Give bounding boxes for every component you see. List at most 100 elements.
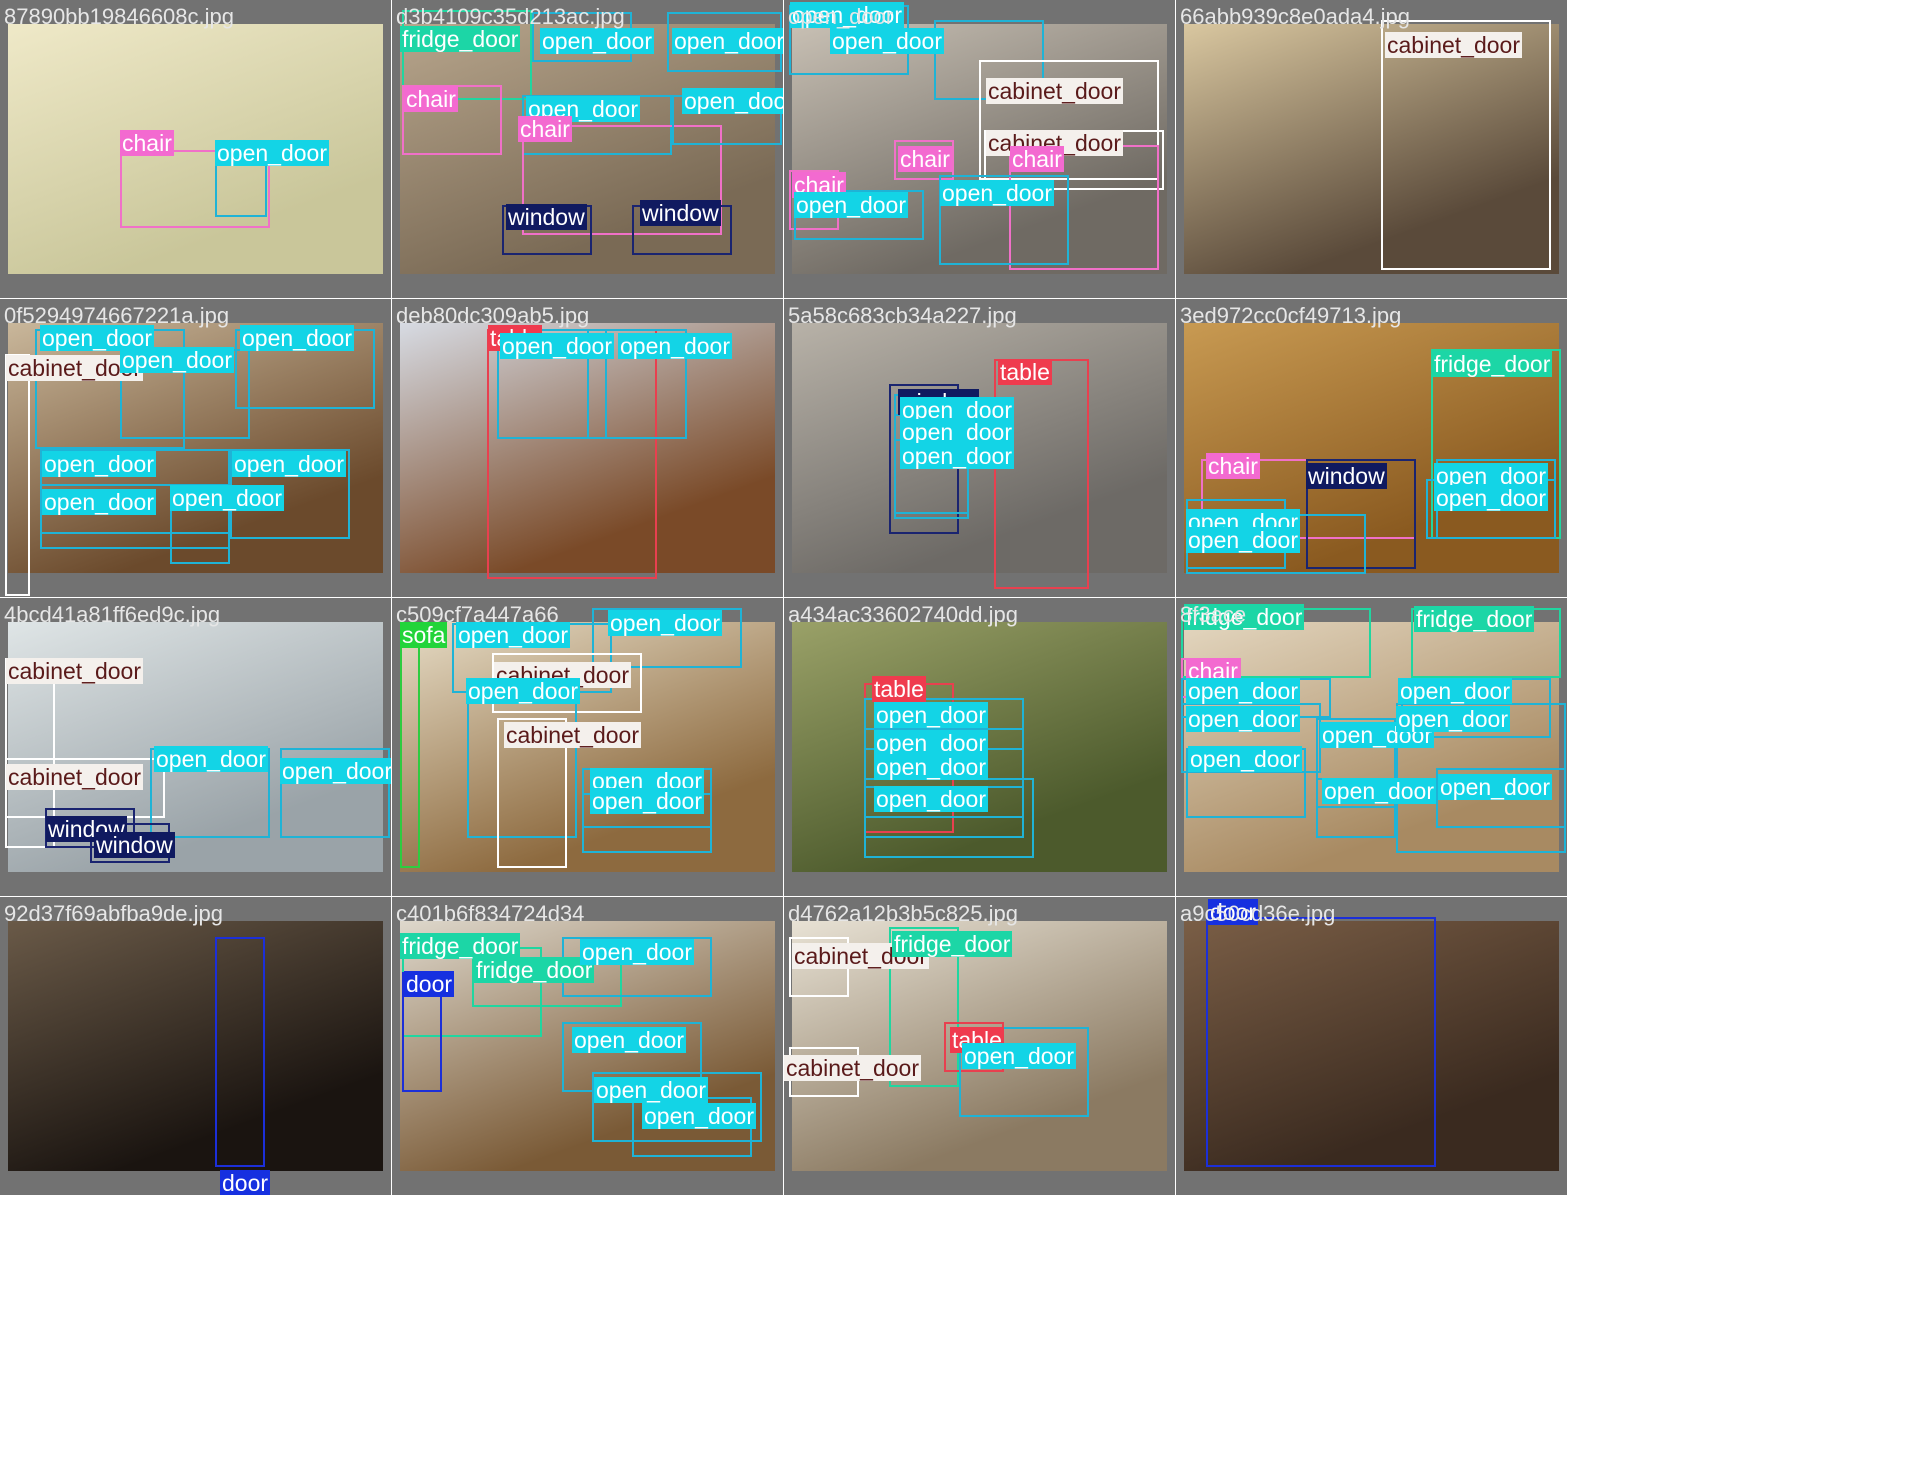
label-open-door: open_door <box>608 610 722 636</box>
bbox-table <box>994 359 1089 589</box>
tile-filename: 5a58c683cb34a227.jpg <box>788 303 1017 328</box>
tile: 8f3ace fridge_door fridge_door chair open_do… <box>1176 598 1567 896</box>
label-open-door: open_door <box>1438 774 1552 800</box>
label-open-door: open_door <box>874 702 988 728</box>
tile: 87890bb19846608c.jpg chair open_door <box>0 0 391 298</box>
label-open-door: open_door <box>170 485 284 511</box>
label-open-door: open_door <box>594 1077 708 1103</box>
bbox-cabinet-door <box>5 354 30 596</box>
label-open-door: open_door <box>466 678 580 704</box>
label-open-door: open_door <box>1322 778 1436 804</box>
label-cabinet-door: cabinet_door <box>784 1055 921 1081</box>
tile-filename: 4bcd41a81ff6ed9c.jpg <box>4 602 221 627</box>
label-open-door: open_door <box>940 180 1054 206</box>
label-open-door: open_door <box>830 28 944 54</box>
label-open-door: open_door <box>874 786 988 812</box>
label-window: window <box>506 204 587 230</box>
tile-filename: 0f5294974667221a.jpg <box>4 303 230 328</box>
label-open-door: open_door <box>120 347 234 373</box>
label-open-door: open_door <box>1398 678 1512 704</box>
label-cabinet-door: cabinet_door <box>6 764 143 790</box>
label-open-door: open_door <box>874 730 988 756</box>
tile: a9c50cd36e.jpg door <box>1176 897 1567 1195</box>
tile: 5a58c683cb34a227.jpgwindowtableopen_door… <box>784 299 1175 597</box>
label-open-door: open_door <box>642 1103 756 1129</box>
tile-filename: c509cf7a447a66 <box>396 602 559 627</box>
label-fridge-door: fridge_door <box>1414 606 1535 632</box>
tile: d4762a12b3b5c825.jpg cabinet_door fridge_d… <box>784 897 1175 1195</box>
label-open-door: open_door <box>900 419 1014 445</box>
tile: 0f5294974667221a.jpg open_door open_door ca… <box>0 299 391 597</box>
label-open-door: open_door <box>590 788 704 814</box>
tile-filename: a9c50cd36e.jpg <box>1180 901 1336 926</box>
tile: deb80dc309ab5.jpgtableopen_dooropen_door <box>392 299 783 597</box>
detection-mosaic: 87890bb19846608c.jpg chair open_door d3b410… <box>0 0 1568 1196</box>
label-cabinet-door: cabinet_door <box>986 78 1123 104</box>
label-open-door: open_door <box>682 88 783 114</box>
label-fridge-door: fridge_door <box>400 933 521 959</box>
label-fridge-door: fridge_door <box>892 931 1013 957</box>
tile-filename: 87890bb19846608c.jpg <box>4 4 235 29</box>
tile: 4bcd41a81ff6ed9c.jpg cabinet_door cabinet_… <box>0 598 391 896</box>
label-open-door: open_door <box>500 333 614 359</box>
label-window: window <box>640 200 721 226</box>
label-open-door: open_door <box>1186 706 1300 732</box>
label-table: table <box>872 676 926 702</box>
label-open-door: open_door <box>900 443 1014 469</box>
label-table: table <box>998 359 1052 385</box>
tile-filename: deb80dc309ab5.jpg <box>396 303 590 328</box>
tile-filename: 66abb939c8e0ada4.jpg <box>1180 4 1411 29</box>
label-open-door: open_door <box>874 754 988 780</box>
tile: c401b6f834724d34 fridge_doordoor fridge_do… <box>392 897 783 1195</box>
tile: 92d37f69abfba9de.jpg door <box>0 897 391 1195</box>
tile-filename: open_door <box>788 4 894 29</box>
label-chair: chair <box>120 130 174 156</box>
label-open-door: open_door <box>1186 678 1300 704</box>
label-cabinet-door: cabinet_door <box>504 722 641 748</box>
label-open-door: open_door <box>540 28 654 54</box>
bbox-sofa <box>400 628 420 868</box>
tile-photo <box>8 921 383 1171</box>
bbox-door <box>215 937 265 1167</box>
label-chair: chair <box>898 146 952 172</box>
label-open-door: open_door <box>232 451 346 477</box>
label-cabinet-door: cabinet_door <box>1385 32 1522 58</box>
tile-filename: d3b4109c35d213ac.jpg <box>396 4 625 29</box>
tile-filename: 8f3ace <box>1180 602 1247 627</box>
label-chair: chair <box>1206 453 1260 479</box>
label-open-door: open_door <box>1188 746 1302 772</box>
label-window: window <box>1306 463 1387 489</box>
bbox-door <box>1206 917 1436 1167</box>
label-open-door: open_door <box>1434 485 1548 511</box>
tile: 66abb939c8e0ada4.jpg cabinet_door <box>1176 0 1567 298</box>
label-open-door: open_door <box>280 758 391 784</box>
tile-filename: c401b6f834724d34 <box>396 901 585 926</box>
label-fridge-door: fridge_door <box>474 957 595 983</box>
tile-filename: 3ed972cc0cf49713.jpg <box>1180 303 1402 328</box>
label-open-door: open_door <box>1186 527 1300 553</box>
label-open-door: open_door <box>962 1043 1076 1069</box>
label-open-door: open_door <box>580 939 694 965</box>
label-chair: chair <box>1010 146 1064 172</box>
label-open-door: open_door <box>572 1027 686 1053</box>
label-open-door: open_door <box>672 28 783 54</box>
tile: 3ed972cc0cf49713.jpg fridge_doorchair wind… <box>1176 299 1567 597</box>
label-open-door: open_door <box>618 333 732 359</box>
label-fridge-door: fridge_door <box>1432 351 1553 377</box>
label-cabinet-door: cabinet_door <box>6 658 143 684</box>
tile: d3b4109c35d213ac.jpg fridge_door open_door… <box>392 0 783 298</box>
label-open-door: open_door <box>240 325 354 351</box>
label-chair: chair <box>404 86 458 112</box>
label-open-door: open_door <box>794 192 908 218</box>
label-open-door: open_door <box>1396 706 1510 732</box>
label-chair: chair <box>518 116 572 142</box>
tile: c509cf7a447a66 sofa open_door open_door cabi… <box>392 598 783 896</box>
tile: open_door open_door open_door cabinet_door c… <box>784 0 1175 298</box>
tile: a434ac33602740dd.jpg table open_door open_d… <box>784 598 1175 896</box>
label-open-door: open_door <box>42 489 156 515</box>
tile-filename: 92d37f69abfba9de.jpg <box>4 901 223 926</box>
label-open-door: open_door <box>42 451 156 477</box>
label-open-door: open_door <box>154 746 268 772</box>
tile-filename: d4762a12b3b5c825.jpg <box>788 901 1019 926</box>
label-door: door <box>404 971 455 997</box>
